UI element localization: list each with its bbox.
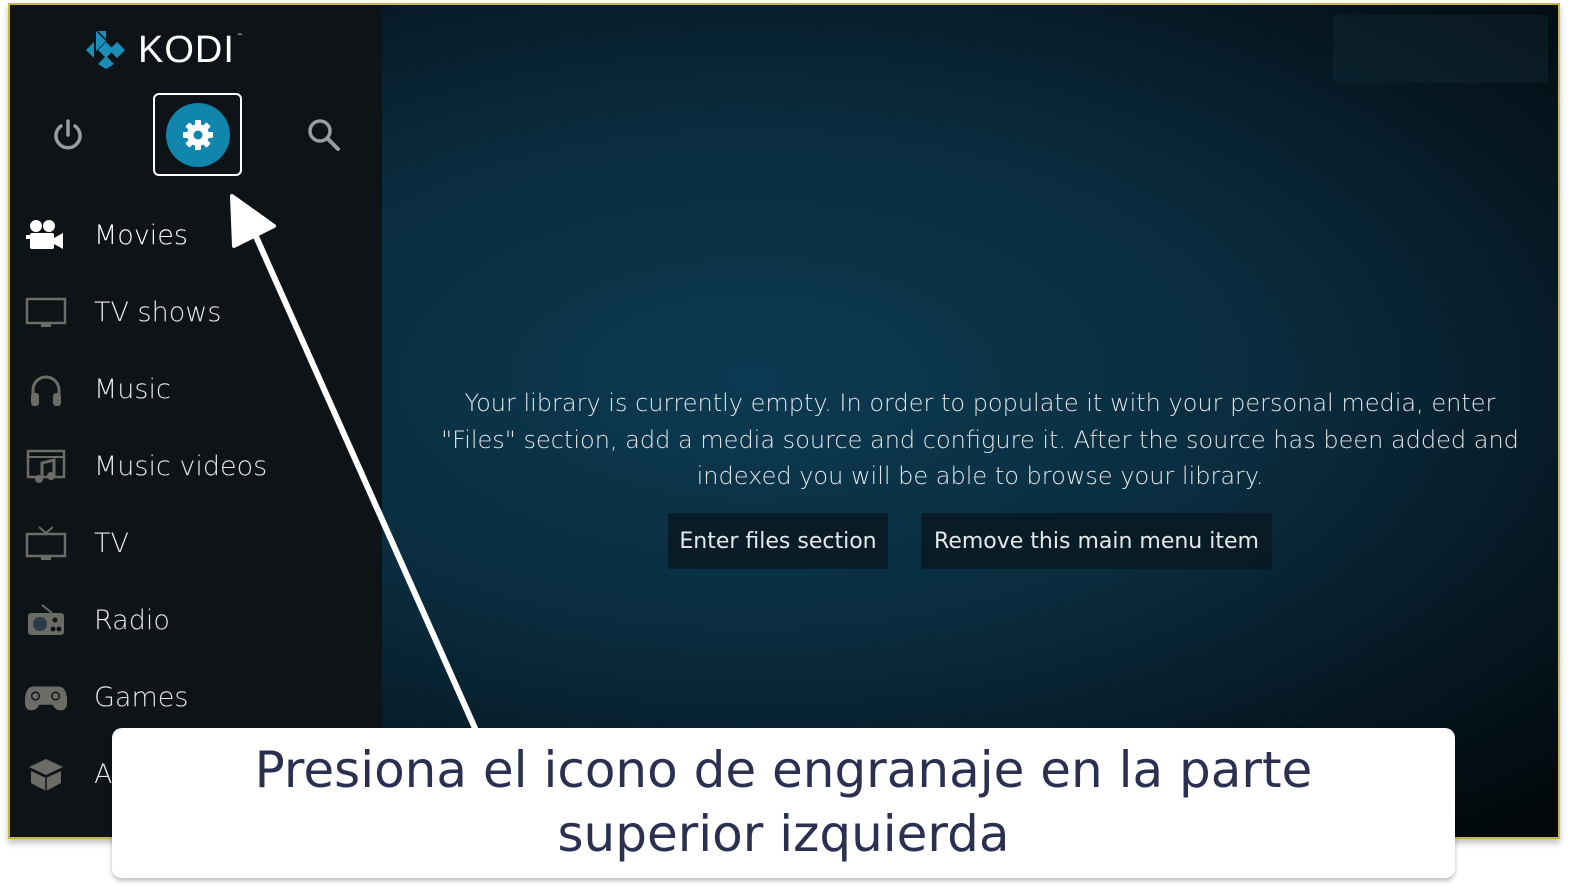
addons-box-icon — [24, 755, 68, 795]
remove-menu-item-button[interactable]: Remove this main menu item — [921, 513, 1272, 569]
empty-message-line: "Files" section, add a media source and … — [441, 425, 1519, 454]
sidebar-item-label: TV — [94, 528, 129, 559]
power-button[interactable] — [46, 113, 90, 157]
sidebar-item-music[interactable]: Music — [10, 351, 382, 428]
sidebar-item-label: A — [94, 759, 113, 790]
empty-message-line: indexed you will be able to browse your … — [696, 462, 1264, 490]
tv-antenna-icon — [24, 524, 68, 564]
instruction-caption: Presiona el icono de engranaje en la par… — [112, 728, 1455, 878]
sidebar-item-label: Music — [94, 374, 171, 405]
top-icons-bar — [10, 93, 382, 177]
movie-camera-icon — [24, 216, 68, 256]
monitor-icon — [24, 293, 68, 333]
empty-library-message: Your library is currently empty. In orde… — [430, 385, 1530, 495]
settings-button-highlight — [165, 102, 230, 167]
caption-line: superior izquierda — [557, 805, 1010, 863]
sidebar: KODI ™ Movies TV shows Music Music video… — [10, 5, 382, 837]
sidebar-item-label: TV shows — [94, 297, 222, 328]
kodi-logo-text: KODI — [138, 28, 235, 71]
kodi-logo-icon — [86, 31, 125, 69]
sidebar-item-music-videos[interactable]: Music videos — [10, 428, 382, 505]
sidebar-item-label: Music videos — [94, 451, 268, 482]
search-button[interactable] — [302, 113, 346, 157]
caption-line: Presiona el icono de engranaje en la par… — [254, 741, 1313, 799]
empty-message-line: Your library is currently empty. In orde… — [464, 389, 1496, 417]
sidebar-item-tv[interactable]: TV — [10, 505, 382, 582]
gear-icon — [182, 119, 213, 150]
sidebar-item-tv-shows[interactable]: TV shows — [10, 274, 382, 351]
sidebar-item-movies[interactable]: Movies — [10, 197, 382, 274]
main-menu: Movies TV shows Music Music videos TV Ra… — [10, 197, 382, 813]
headphones-icon — [24, 370, 68, 410]
music-video-icon — [24, 447, 68, 487]
sidebar-item-label: Radio — [94, 605, 170, 636]
sidebar-item-games[interactable]: Games — [10, 659, 382, 736]
search-icon — [308, 119, 340, 151]
trademark-mark: ™ — [236, 32, 243, 40]
power-icon — [54, 119, 82, 150]
info-panel — [1333, 15, 1548, 83]
settings-button[interactable] — [153, 93, 242, 176]
enter-files-section-button[interactable]: Enter files section — [668, 513, 888, 569]
sidebar-item-label: Movies — [94, 220, 188, 251]
kodi-logo: KODI ™ — [82, 27, 243, 73]
kodi-window: KODI ™ Movies TV shows Music Music video… — [8, 3, 1560, 839]
sidebar-item-label: Games — [94, 682, 189, 713]
radio-icon — [24, 601, 68, 641]
sidebar-item-radio[interactable]: Radio — [10, 582, 382, 659]
gamepad-icon — [24, 678, 68, 718]
